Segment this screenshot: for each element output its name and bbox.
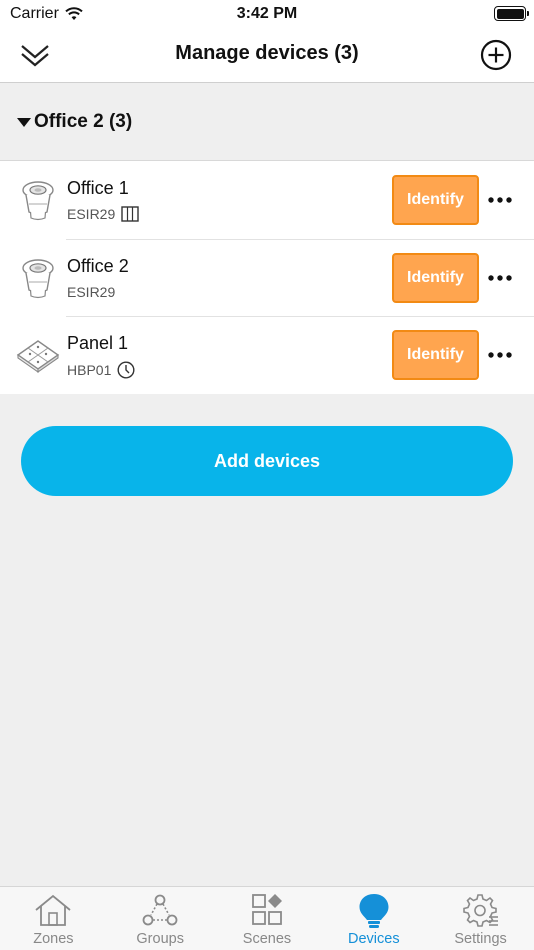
device-row[interactable]: Office 1 ESIR29 Identify <box>0 161 534 239</box>
identify-button[interactable]: Identify <box>392 175 479 225</box>
panel-icon <box>16 340 60 374</box>
device-row[interactable]: Panel 1 HBP01 Identify <box>0 316 534 394</box>
tab-scenes[interactable]: Scenes <box>214 887 321 950</box>
device-name: Panel 1 <box>67 333 129 353</box>
sensor-icon <box>22 258 54 298</box>
device-model-label: ESIR29 <box>67 283 116 300</box>
identify-button[interactable]: Identify <box>392 252 479 303</box>
scenes-icon <box>252 894 282 925</box>
device-model: HBP01 <box>67 361 135 379</box>
groups-icon <box>142 894 178 926</box>
status-bar: Carrier 3:42 PM <box>0 0 534 28</box>
nav-bar: Manage devices (3) <box>0 28 534 83</box>
tab-bar: Zones Groups Scenes Devices Settings <box>0 886 534 950</box>
tab-groups[interactable]: Groups <box>107 887 214 950</box>
sensor-icon <box>22 181 54 221</box>
device-model-label: HBP01 <box>67 362 112 378</box>
add-devices-button[interactable]: Add devices <box>21 426 513 496</box>
tab-zones[interactable]: Zones <box>0 887 107 950</box>
device-name: Office 1 <box>67 178 129 198</box>
group-header[interactable]: Office 2 (3) <box>0 83 534 161</box>
more-options-icon[interactable] <box>486 343 514 367</box>
tab-settings[interactable]: Settings <box>427 887 534 950</box>
identify-button[interactable]: Identify <box>392 330 479 380</box>
house-icon <box>35 894 71 926</box>
gear-icon <box>462 894 498 927</box>
bulb-icon <box>359 894 389 928</box>
tab-label: Settings <box>454 931 507 947</box>
more-options-icon[interactable] <box>486 188 514 212</box>
status-time: 3:42 PM <box>236 5 298 22</box>
device-list: Office 1 ESIR29 Identify Office 2 ESIR29 <box>0 161 534 394</box>
tab-label: Scenes <box>242 931 292 947</box>
device-model: ESIR29 <box>67 284 115 300</box>
device-row[interactable]: Office 2 ESIR29 Identify <box>0 238 534 317</box>
window-icon <box>121 206 139 222</box>
device-name: Office 2 <box>67 255 129 276</box>
clock-icon <box>117 361 135 379</box>
device-model-label: ESIR29 <box>67 206 116 222</box>
tab-label: Devices <box>348 931 400 947</box>
plus-circle-icon[interactable] <box>480 39 512 71</box>
tab-devices[interactable]: Devices <box>320 887 427 950</box>
group-title: Office 2 (3) <box>34 110 133 132</box>
device-model: ESIR29 <box>67 206 139 222</box>
more-options-icon[interactable] <box>486 266 514 290</box>
caret-down-icon <box>17 118 31 127</box>
tab-label: Groups <box>136 931 184 947</box>
tab-label: Zones <box>33 931 74 947</box>
page-title: Manage devices (3) <box>175 42 359 64</box>
battery-icon <box>494 6 529 21</box>
